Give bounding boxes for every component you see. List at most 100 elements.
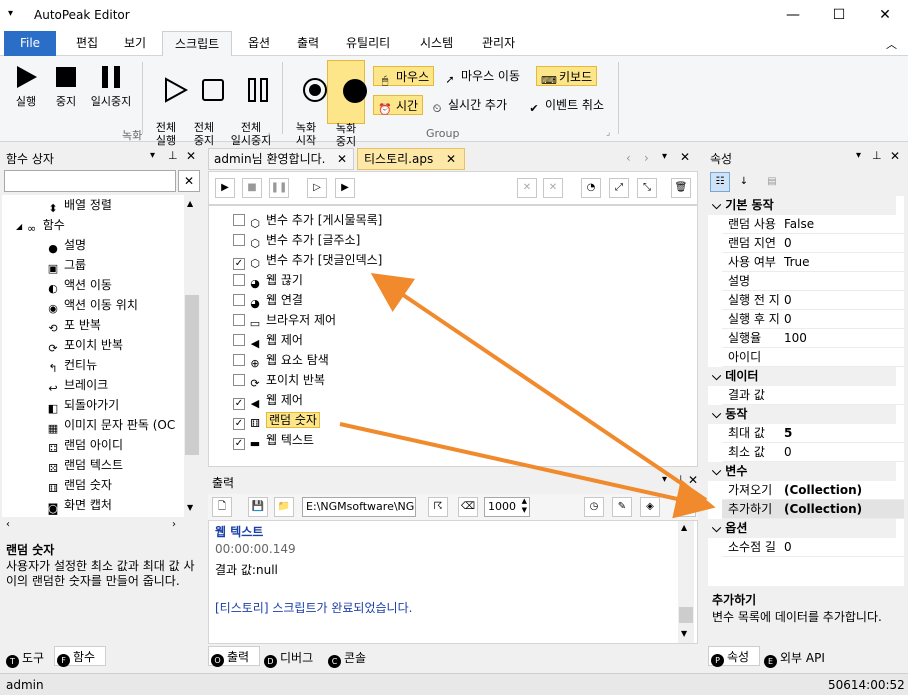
property-category[interactable]: ⌵ 기본 동작 — [708, 196, 896, 215]
panel-close-icon[interactable]: ✕ — [688, 473, 698, 487]
function-item[interactable]: ◐ 액션 이동 — [46, 275, 112, 295]
minimize-button[interactable]: — — [770, 0, 816, 31]
tab-utility[interactable]: 유틸리티 — [334, 31, 402, 56]
delete-icon[interactable]: 🗑 — [671, 178, 691, 198]
new-log-icon[interactable]: 🗋 — [212, 497, 232, 517]
function-item[interactable]: ⚅ 랜덤 숫자 — [46, 475, 112, 495]
stop-icon[interactable]: ■ — [242, 178, 262, 198]
property-row[interactable]: 가져오기 (Collection) — [722, 481, 904, 500]
enable-checkbox[interactable] — [233, 274, 245, 286]
clock-icon[interactable]: ◷ — [584, 497, 604, 517]
tab-functions[interactable]: F 함수 — [54, 646, 106, 667]
tab-edit[interactable]: 편집 — [64, 31, 110, 56]
eraser-icon[interactable]: ⌫ — [458, 497, 478, 517]
pin-icon[interactable]: ⊥ — [676, 473, 686, 486]
property-row[interactable]: 실행 전 지 0 — [722, 291, 904, 310]
mouse-toggle[interactable]: 🖱 마우스 — [373, 66, 435, 87]
doc-tab-close-icon[interactable]: ✕ — [446, 149, 456, 169]
function-tree-hscroll[interactable]: ‹ › — [2, 519, 200, 533]
system-menu-icon[interactable]: ▾ — [8, 8, 13, 19]
function-item[interactable]: ⚄ 랜덤 텍스트 — [46, 455, 123, 475]
function-item[interactable]: ⬍ 배열 정렬 — [46, 195, 112, 215]
tab-debug[interactable]: D 디버그 — [262, 648, 320, 668]
tab-options[interactable]: 옵션 — [236, 31, 282, 56]
tab-properties[interactable]: P 속성 — [708, 646, 760, 667]
expand-icon[interactable]: ⤢ — [609, 178, 629, 198]
script-item[interactable]: ✓ ⬡ 변수 추가 [댓글인덱스] — [233, 250, 382, 270]
step-icon[interactable]: ▷ — [307, 178, 327, 198]
property-category[interactable]: ⌵ 데이터 — [708, 367, 896, 386]
property-pages-icon[interactable]: ▤ — [762, 172, 782, 192]
tab-external-api[interactable]: E 외부 API — [762, 648, 842, 668]
property-value[interactable]: 5 — [784, 424, 792, 443]
property-row[interactable]: 최소 값 0 — [722, 443, 904, 462]
categorized-icon[interactable]: ☷ — [710, 172, 730, 192]
category-collapse-icon[interactable]: ⌵ — [708, 407, 725, 421]
doc-close-icon[interactable]: ✕ — [680, 150, 690, 164]
play-button[interactable]: 실행 — [8, 64, 44, 108]
function-tree-scrollbar[interactable]: ▲ ▼ — [184, 195, 200, 517]
function-item[interactable]: ⚃ 랜덤 아이디 — [46, 435, 123, 455]
pin-icon[interactable]: ⊥ — [168, 149, 178, 162]
enable-checkbox[interactable] — [233, 374, 245, 386]
property-row[interactable]: 설명 — [722, 272, 904, 291]
time-toggle[interactable]: ⏰ 시간 — [373, 95, 424, 116]
enable-checkbox[interactable] — [233, 214, 245, 226]
function-item[interactable]: ◙ 화면 캡처 — [46, 495, 112, 515]
close-button[interactable]: ✕ — [862, 0, 908, 31]
script-item[interactable]: ◀ 웹 제어 — [233, 330, 303, 350]
script-item[interactable]: ✓ ⚅ 랜덤 숫자 — [233, 410, 320, 430]
panel-menu-icon[interactable]: ▾ — [856, 150, 861, 161]
disable-all-icon[interactable]: ✕ — [543, 178, 563, 198]
enable-checkbox[interactable] — [233, 354, 245, 366]
fill-icon[interactable]: ◈ — [640, 497, 660, 517]
script-item[interactable]: ✓ ◀ 웹 제어 — [233, 390, 303, 410]
enable-checkbox[interactable] — [233, 294, 245, 306]
group-expand-icon[interactable]: ⌟ — [606, 128, 610, 138]
collapse-ribbon-icon[interactable]: ︿ — [886, 36, 897, 52]
doc-tab-tistory[interactable]: 티스토리.aps ✕ — [357, 148, 465, 170]
collapse-icon[interactable]: ⤡ — [637, 178, 657, 198]
property-value[interactable]: 0 — [784, 538, 792, 557]
function-item[interactable]: ↩ 브레이크 — [46, 375, 108, 395]
property-value[interactable]: 0 — [784, 234, 792, 253]
function-search-input[interactable] — [4, 170, 176, 192]
function-item[interactable]: ⟳ 포이치 반복 — [46, 335, 123, 355]
script-item[interactable]: ⬡ 변수 추가 [게시물목록] — [233, 210, 382, 230]
property-value[interactable]: False — [784, 215, 814, 234]
script-item[interactable]: ✓ ▬ 웹 텍스트 — [233, 430, 314, 450]
pause-icon[interactable]: ❚❚ — [269, 178, 289, 198]
disable-icon[interactable]: ✕ — [517, 178, 537, 198]
folder-icon[interactable]: 📁 — [274, 497, 294, 517]
property-row[interactable]: 실행 후 지 0 — [722, 310, 904, 329]
property-row[interactable]: 결과 값 — [722, 386, 904, 405]
property-value[interactable]: 100 — [784, 329, 807, 348]
tab-scroll-left-icon[interactable]: ‹ — [626, 151, 631, 165]
tab-output[interactable]: 출력 — [285, 31, 331, 56]
brush-icon[interactable]: ✎ — [612, 497, 632, 517]
property-row[interactable]: 랜덤 사용 False — [722, 215, 904, 234]
tab-console[interactable]: C 콘솔 — [326, 648, 376, 668]
enable-checkbox[interactable] — [233, 314, 245, 326]
property-value[interactable]: 0 — [784, 291, 792, 310]
record-stop-button[interactable]: 녹화 중지 — [327, 60, 367, 148]
property-row[interactable]: 랜덤 지연 0 — [722, 234, 904, 253]
property-value[interactable]: (Collection) — [784, 500, 862, 519]
run-icon[interactable]: ▶ — [215, 178, 235, 198]
property-row[interactable]: 아이디 — [722, 348, 904, 367]
tab-script[interactable]: 스크립트 — [162, 31, 233, 57]
script-item[interactable]: ⟳ 포이치 반복 — [233, 370, 325, 390]
doc-tab-welcome[interactable]: admin님 환영합니다. ✕ — [208, 148, 354, 170]
tree-collapse-icon[interactable]: ◢ — [16, 222, 25, 231]
record-group-expand-icon[interactable]: ⌟ — [266, 128, 270, 138]
panel-close-icon[interactable]: ✕ — [186, 149, 196, 163]
output-scrollbar[interactable]: ▲ ▼ — [678, 521, 694, 643]
function-item[interactable]: ● 설명 — [46, 235, 86, 255]
timer-icon[interactable]: ◔ — [581, 178, 601, 198]
tab-system[interactable]: 시스템 — [408, 31, 465, 56]
property-value[interactable]: True — [784, 253, 810, 272]
mouse-move-button[interactable]: ➚ 마우스 이동 — [443, 66, 520, 86]
property-row[interactable]: 소수점 길 0 — [722, 538, 904, 557]
script-item[interactable]: ⊕ 웹 요소 탐색 — [233, 350, 329, 370]
enable-checkbox[interactable]: ✓ — [233, 398, 245, 410]
